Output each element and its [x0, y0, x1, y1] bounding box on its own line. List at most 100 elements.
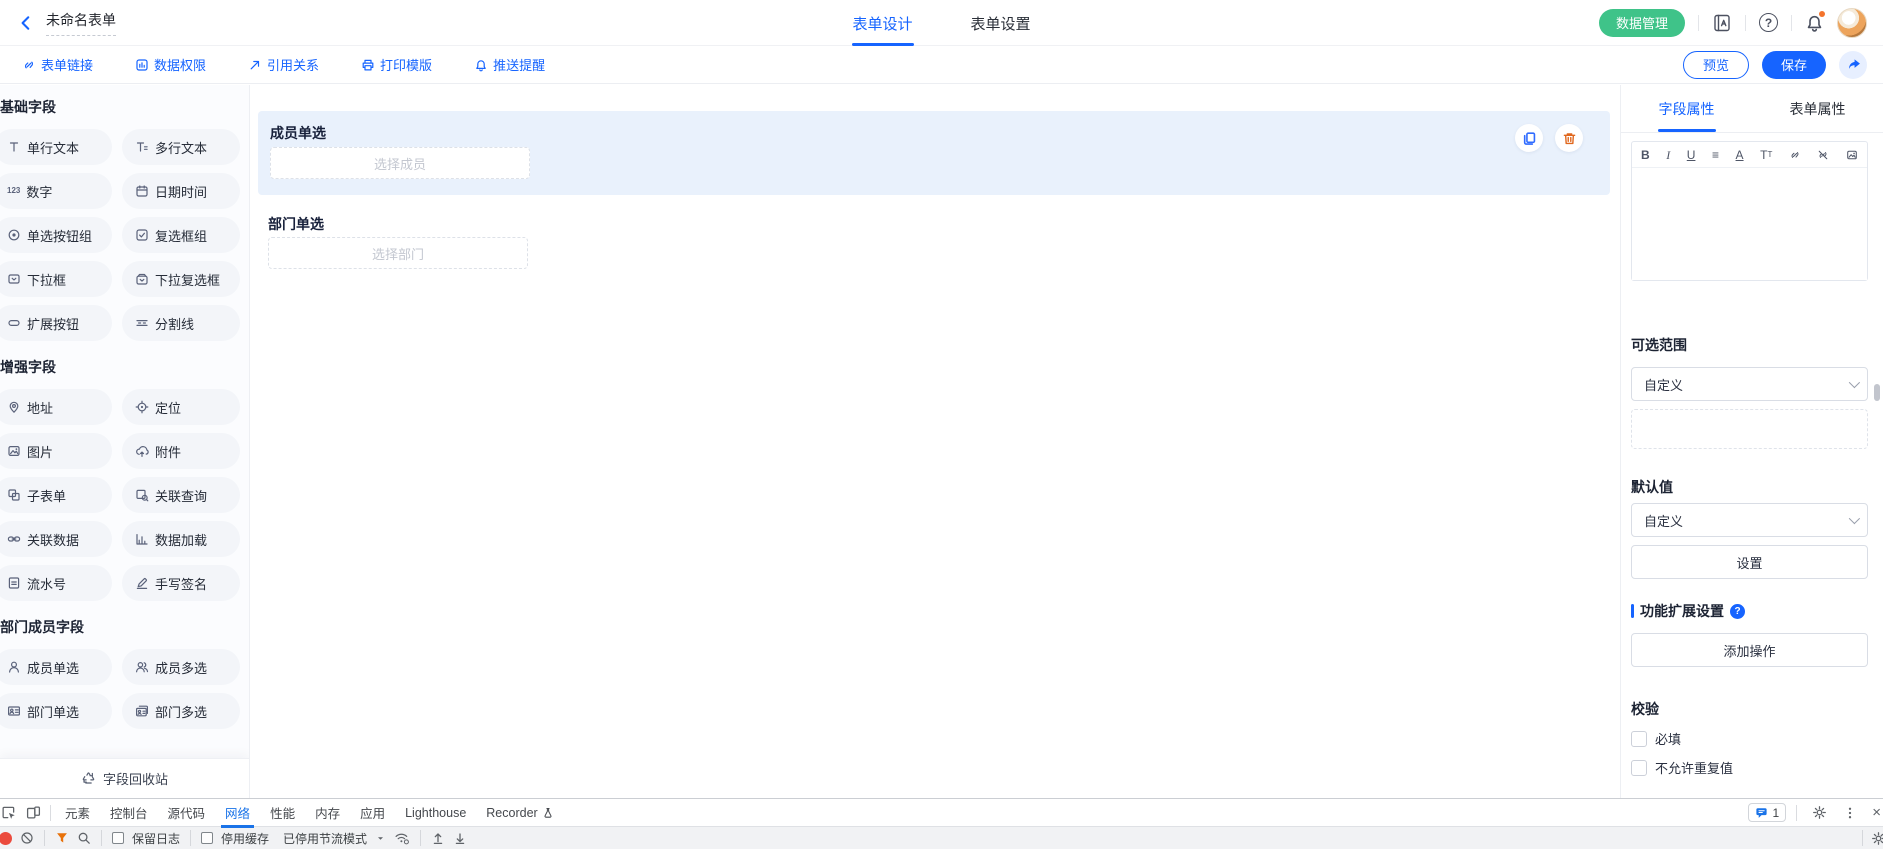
default-value-settings-button[interactable]: 设置 [1631, 545, 1868, 579]
devtools-tab-性能[interactable]: 性能 [260, 799, 305, 827]
canvas-field-0-selected[interactable]: 成员单选选择成员 [258, 111, 1610, 195]
italic-icon[interactable]: I [1666, 149, 1670, 161]
field-pill-relation-data[interactable]: 关联数据 [0, 521, 112, 557]
field-recycle-bin[interactable]: 字段回收站 [0, 758, 249, 798]
font-color-icon[interactable]: A [1736, 149, 1744, 161]
field-pill-radio-group[interactable]: 单选按钮组 [0, 217, 112, 253]
throttling-select[interactable]: 已停用节流模式 [283, 830, 367, 847]
devtools-tab-应用[interactable]: 应用 [350, 799, 395, 827]
duplicate-field-button[interactable] [1515, 124, 1543, 152]
devtools-tab-网络[interactable]: 网络 [215, 799, 260, 827]
checkbox-0[interactable] [1631, 731, 1647, 747]
delete-field-button[interactable] [1555, 124, 1583, 152]
data-manage-button[interactable]: 数据管理 [1599, 9, 1685, 37]
extension-help-icon[interactable]: ? [1730, 604, 1745, 619]
field-pill-number[interactable]: 123数字 [0, 173, 112, 209]
devtools-tab-Recorder[interactable]: Recorder [476, 799, 563, 827]
address-book-icon[interactable] [1712, 13, 1732, 33]
device-toolbar-icon[interactable] [21, 805, 46, 820]
optional-range-box[interactable] [1631, 409, 1868, 449]
devtools-tab-源代码[interactable]: 源代码 [158, 799, 216, 827]
toolbar-link-1[interactable]: 数据权限 [135, 55, 206, 74]
bold-icon[interactable]: B [1641, 149, 1650, 161]
field-pill-extend-button[interactable]: 扩展按钮 [0, 305, 112, 341]
field-pill-attachment[interactable]: 附件 [122, 433, 240, 469]
toolbar-link-0[interactable]: 表单链接 [22, 55, 93, 74]
network-settings-icon[interactable] [1871, 831, 1883, 846]
field-input[interactable]: 选择部门 [268, 237, 528, 269]
field-pill-member-single[interactable]: 成员单选 [0, 649, 112, 685]
rt-image-icon[interactable] [1846, 149, 1858, 161]
header-tab-0[interactable]: 表单设计 [852, 0, 912, 46]
devtools-tab-Lighthouse[interactable]: Lighthouse [395, 799, 476, 827]
richtext-content[interactable] [1632, 168, 1867, 280]
toolbar-link-2[interactable]: 引用关系 [248, 55, 319, 74]
field-pill-member-multi[interactable]: 成员多选 [122, 649, 240, 685]
checkbox-1[interactable] [1631, 760, 1647, 776]
form-title[interactable]: 未命名表单 [46, 10, 116, 36]
network-conditions-icon[interactable] [394, 831, 410, 845]
align-icon[interactable]: ≡ [1712, 149, 1719, 161]
toolbar-link-3[interactable]: 打印模版 [361, 55, 432, 74]
rt-link-icon[interactable] [1789, 149, 1801, 161]
add-action-button[interactable]: 添加操作 [1631, 633, 1868, 667]
back-icon[interactable] [18, 15, 34, 31]
font-size-icon[interactable]: TT [1760, 149, 1772, 161]
panel-scrollbar[interactable] [1874, 384, 1880, 401]
help-icon[interactable]: ? [1759, 13, 1778, 32]
field-pill-relation-query[interactable]: 关联查询 [122, 477, 240, 513]
devtools-close-icon[interactable]: × [1868, 804, 1883, 821]
preserve-log-checkbox[interactable] [112, 832, 124, 844]
field-pill-dept-multi[interactable]: 部门多选 [122, 693, 240, 729]
field-pill-single-text[interactable]: 单行文本 [0, 129, 112, 165]
field-pill-image[interactable]: 图片 [0, 433, 112, 469]
field-pill-datetime[interactable]: 日期时间 [122, 173, 240, 209]
bell-icon[interactable] [1805, 13, 1824, 32]
user-avatar[interactable] [1837, 8, 1867, 38]
devtools-settings-icon[interactable] [1807, 805, 1832, 820]
field-pill-location[interactable]: 定位 [122, 389, 240, 425]
field-pill-serial-number[interactable]: 流水号 [0, 565, 112, 601]
validation-option-0[interactable]: 必填 [1631, 729, 1868, 748]
checkbox-group-icon [135, 228, 149, 242]
field-pill-address[interactable]: 地址 [0, 389, 112, 425]
field-pill-checkbox-group[interactable]: 复选框组 [122, 217, 240, 253]
canvas-field-1[interactable]: 部门单选选择部门 [268, 215, 1620, 269]
disable-cache-checkbox[interactable] [201, 832, 213, 844]
field-pill-divider[interactable]: 分割线 [122, 305, 240, 341]
preview-button[interactable]: 预览 [1683, 51, 1749, 79]
field-pill-multi-select[interactable]: 下拉复选框 [122, 261, 240, 297]
export-har-icon[interactable] [453, 831, 467, 845]
devtools-tab-内存[interactable]: 内存 [305, 799, 350, 827]
devtools-tab-控制台[interactable]: 控制台 [100, 799, 158, 827]
inspect-element-icon[interactable] [0, 805, 21, 820]
field-pill-dept-single[interactable]: 部门单选 [0, 693, 112, 729]
import-har-icon[interactable] [431, 831, 445, 845]
validation-option-1[interactable]: 不允许重复值 [1631, 758, 1868, 777]
toolbar-link-4[interactable]: 推送提醒 [474, 55, 545, 74]
filter-icon[interactable] [55, 831, 69, 845]
panel-tab-1[interactable]: 表单属性 [1752, 85, 1883, 132]
underline-icon[interactable]: U [1687, 149, 1696, 161]
form-canvas[interactable]: 成员单选选择成员部门单选选择部门 [250, 85, 1620, 798]
caret-down-icon[interactable] [375, 833, 386, 844]
clear-network-log-icon[interactable] [20, 831, 34, 845]
field-input[interactable]: 选择成员 [270, 147, 530, 179]
save-button[interactable]: 保存 [1762, 51, 1826, 79]
share-icon[interactable] [1839, 51, 1867, 79]
field-pill-select[interactable]: 下拉框 [0, 261, 112, 297]
field-pill-subform[interactable]: 子表单 [0, 477, 112, 513]
default-value-select[interactable]: 自定义 [1631, 503, 1868, 537]
rt-unlink-icon[interactable] [1817, 149, 1829, 161]
optional-range-select[interactable]: 自定义 [1631, 367, 1868, 401]
record-icon[interactable] [0, 832, 12, 845]
field-pill-signature[interactable]: 手写签名 [122, 565, 240, 601]
header-tab-1[interactable]: 表单设置 [971, 0, 1031, 46]
field-pill-data-load[interactable]: 数据加载 [122, 521, 240, 557]
issues-badge[interactable]: 1 [1748, 803, 1787, 822]
kebab-menu-icon[interactable] [1838, 806, 1862, 820]
search-icon[interactable] [77, 831, 91, 845]
devtools-tab-元素[interactable]: 元素 [55, 799, 100, 827]
panel-tab-0[interactable]: 字段属性 [1621, 85, 1752, 132]
field-pill-multi-text[interactable]: 多行文本 [122, 129, 240, 165]
